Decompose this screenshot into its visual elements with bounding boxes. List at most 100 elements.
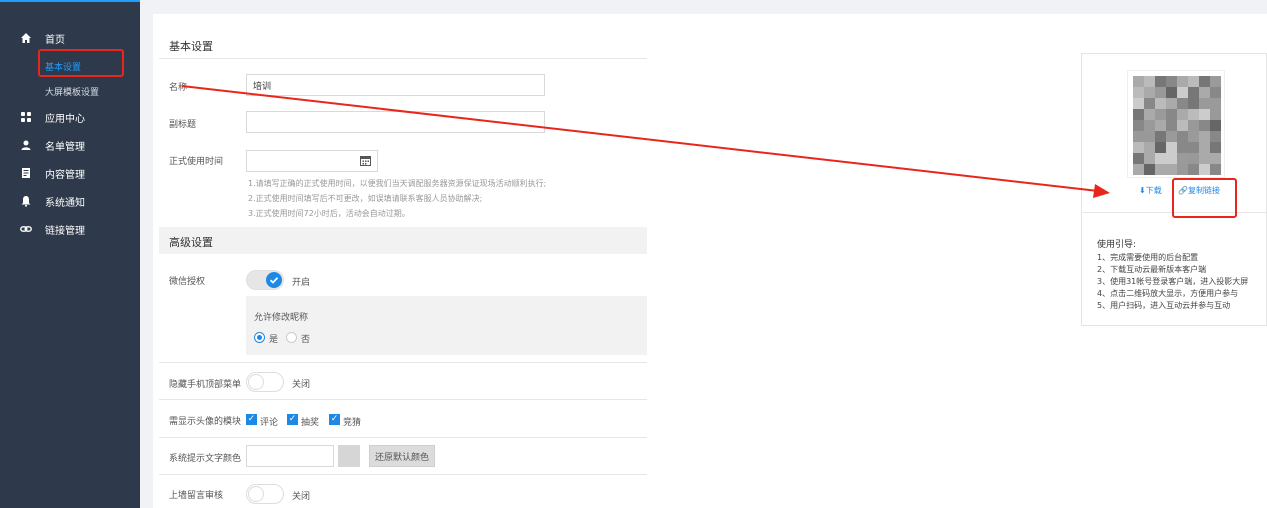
sidebar-item-label: 内容管理 — [45, 169, 85, 181]
hide-menu-state: 关闭 — [292, 380, 311, 390]
qr-pixel — [1155, 131, 1166, 142]
qr-pixel — [1166, 131, 1177, 142]
wall-review-toggle[interactable] — [246, 484, 284, 504]
tip-color-label: 系统提示文字颜色 — [169, 454, 242, 464]
lottery-checkbox[interactable]: ✓ — [287, 414, 298, 425]
qr-pixel — [1210, 87, 1221, 98]
qr-pixel — [1133, 153, 1144, 164]
qr-pixel — [1155, 142, 1166, 153]
qr-pixel — [1144, 76, 1155, 87]
check-icon — [269, 277, 279, 284]
qr-pixel — [1199, 120, 1210, 131]
download-icon: ⬇ — [1139, 186, 1146, 195]
guide-step: 5、用户扫码，进入互动云并参与互动 — [1097, 301, 1231, 310]
qr-pixel — [1133, 98, 1144, 109]
nickname-yes-radio[interactable] — [254, 332, 265, 343]
wechat-auth-toggle[interactable] — [246, 270, 284, 290]
qr-pixel — [1144, 142, 1155, 153]
qr-pixel — [1144, 120, 1155, 131]
sidebar-item-home[interactable]: 首页 — [0, 28, 140, 48]
sidebar-item-label: 名单管理 — [45, 141, 85, 153]
annotation-box-basic-settings — [38, 49, 124, 77]
qr-pixel — [1144, 109, 1155, 120]
qr-pixel — [1188, 142, 1199, 153]
sidebar-item-system-notice[interactable]: 系统通知 — [0, 191, 140, 211]
top-gap — [140, 0, 1267, 14]
sidebar-item-label: 链接管理 — [45, 225, 85, 237]
qr-pixel — [1155, 164, 1166, 175]
divider — [159, 437, 647, 438]
time-tip: 2.正式使用时间填写后不可更改，如误填请联系客服人员协助解决; — [248, 194, 483, 203]
comment-label: 评论 — [260, 418, 279, 428]
calendar-icon[interactable] — [360, 155, 371, 169]
divider — [159, 474, 647, 475]
qr-pixel — [1177, 164, 1188, 175]
user-icon — [20, 139, 32, 151]
sidebar-sub-screen-template[interactable]: 大屏模板设置 — [45, 85, 99, 98]
sidebar-item-label: 系统通知 — [45, 197, 85, 209]
guide-title: 使用引导: — [1097, 240, 1137, 250]
download-link[interactable]: ⬇下载 — [1139, 185, 1162, 196]
sidebar-item-list-manage[interactable]: 名单管理 — [0, 135, 140, 155]
qr-pixel — [1188, 153, 1199, 164]
qr-pixel — [1144, 153, 1155, 164]
qr-pixel — [1177, 120, 1188, 131]
qr-pixel — [1188, 87, 1199, 98]
sidebar-item-link-manage[interactable]: 链接管理 — [0, 219, 140, 239]
tip-color-input[interactable] — [246, 445, 334, 467]
qr-pixel — [1188, 76, 1199, 87]
download-label: 下载 — [1145, 186, 1162, 195]
qr-pixel — [1199, 76, 1210, 87]
comment-checkbox[interactable]: ✓ — [246, 414, 257, 425]
section-title-advanced: 高级设置 — [169, 236, 213, 249]
grid-icon — [20, 111, 32, 123]
sidebar-item-app-center[interactable]: 应用中心 — [0, 107, 140, 127]
sidebar-item-content-manage[interactable]: 内容管理 — [0, 163, 140, 183]
qr-pixel — [1166, 109, 1177, 120]
nickname-yes-label: 是 — [269, 335, 279, 345]
qr-pixel — [1133, 120, 1144, 131]
hide-menu-toggle[interactable] — [246, 372, 284, 392]
qr-pixel — [1166, 98, 1177, 109]
qr-pixel — [1166, 142, 1177, 153]
qr-pixel — [1188, 98, 1199, 109]
qr-pixel — [1210, 153, 1221, 164]
qr-pixel — [1177, 142, 1188, 153]
qr-pixel — [1210, 164, 1221, 175]
qr-pixel — [1199, 87, 1210, 98]
start-time-input[interactable] — [246, 150, 378, 172]
restore-default-color-button[interactable]: 还原默认颜色 — [369, 445, 435, 467]
nickname-panel — [246, 296, 647, 355]
qr-code[interactable] — [1127, 70, 1225, 178]
nickname-no-radio[interactable] — [286, 332, 297, 343]
document-icon — [20, 167, 32, 179]
qr-pixel — [1155, 120, 1166, 131]
quiz-checkbox[interactable]: ✓ — [329, 414, 340, 425]
qr-pixel — [1166, 120, 1177, 131]
advanced-header — [159, 227, 647, 254]
qr-pixel — [1210, 98, 1221, 109]
qr-pixel — [1210, 109, 1221, 120]
qr-pixel — [1177, 131, 1188, 142]
qr-pixel — [1155, 109, 1166, 120]
hide-menu-label: 隐藏手机顶部菜单 — [169, 380, 242, 390]
toggle-knob — [266, 272, 282, 288]
qr-pixel — [1210, 131, 1221, 142]
color-swatch[interactable] — [338, 445, 360, 467]
avatar-modules-label: 需显示头像的模块 — [169, 417, 242, 427]
section-title-basic: 基本设置 — [169, 40, 213, 53]
name-input[interactable]: 培训 — [246, 74, 545, 96]
guide-step: 2、下载互动云最新版本客户端 — [1097, 265, 1207, 274]
qr-pixel — [1133, 76, 1144, 87]
annotation-box-copy-link — [1172, 178, 1237, 218]
qr-pixel — [1188, 131, 1199, 142]
sidebar-item-label: 首页 — [45, 34, 65, 46]
qr-pixel — [1155, 98, 1166, 109]
qr-pixel — [1155, 153, 1166, 164]
subtitle-label: 副标题 — [169, 120, 197, 130]
qr-pixel — [1166, 164, 1177, 175]
qr-pixel — [1199, 109, 1210, 120]
qr-pixel — [1177, 153, 1188, 164]
qr-pixel — [1199, 153, 1210, 164]
subtitle-input[interactable] — [246, 111, 545, 133]
